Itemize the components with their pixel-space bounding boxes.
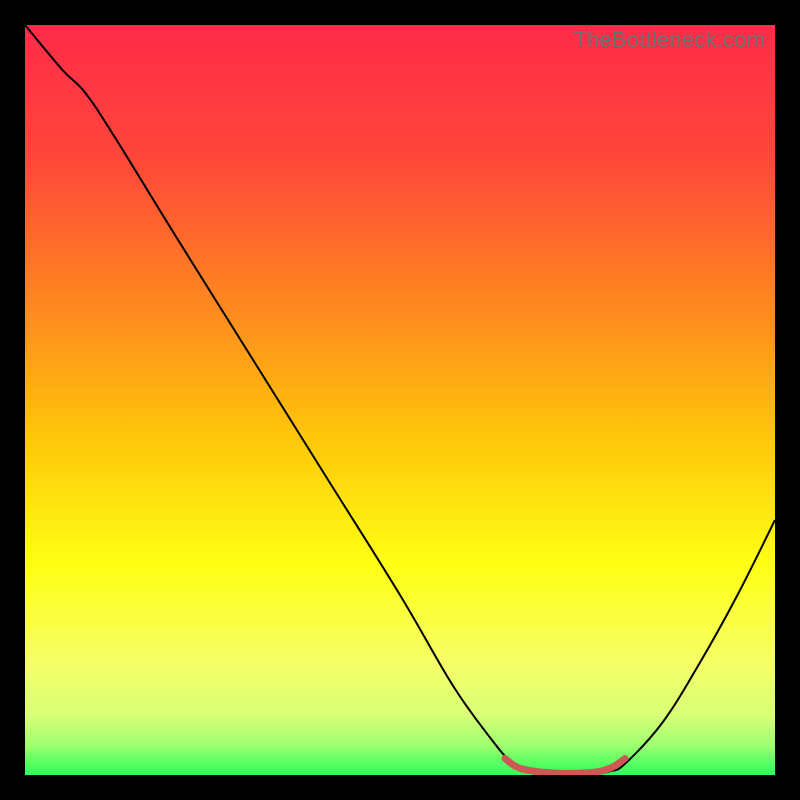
bottleneck-chart [25,25,775,775]
watermark-text: TheBottleneck.com [573,27,765,53]
gradient-background [25,25,775,775]
chart-frame: TheBottleneck.com [25,25,775,775]
